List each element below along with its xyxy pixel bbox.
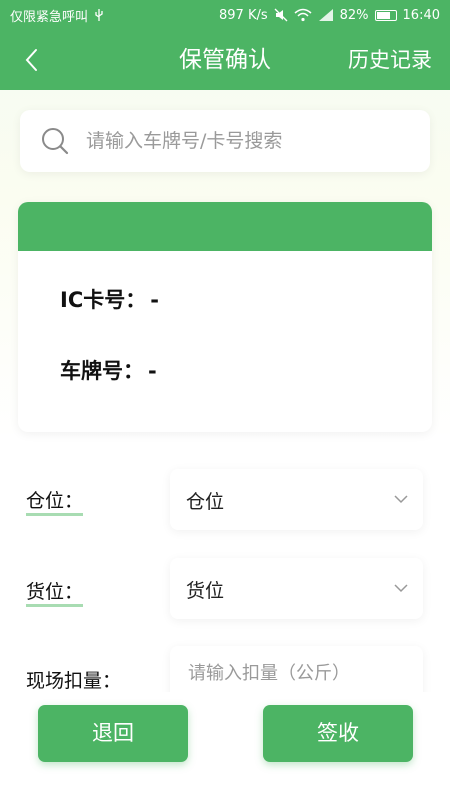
search-bar[interactable] bbox=[20, 110, 430, 172]
signal-icon bbox=[318, 9, 333, 21]
battery-percent: 82% bbox=[339, 7, 369, 23]
plate-label: 车牌号： bbox=[60, 359, 144, 383]
cargo-select-value: 货位 bbox=[186, 580, 225, 602]
wifi-icon bbox=[294, 8, 312, 22]
card-header bbox=[18, 202, 432, 251]
chevron-down-icon bbox=[394, 584, 408, 593]
sign-button[interactable]: 签收 bbox=[263, 705, 413, 762]
bottom-action-bar: 退回 签收 bbox=[0, 692, 450, 800]
plate-row: 车牌号： - bbox=[60, 355, 157, 385]
mute-icon bbox=[274, 8, 288, 22]
return-button[interactable]: 退回 bbox=[38, 705, 188, 762]
search-input[interactable] bbox=[84, 129, 408, 153]
app-header: 保管确认 历史记录 bbox=[0, 30, 450, 90]
cargo-label: 货位： bbox=[26, 581, 84, 607]
battery-icon bbox=[374, 9, 397, 21]
cargo-select[interactable]: 货位 bbox=[170, 558, 423, 619]
ic-card-row: IC卡号： - bbox=[60, 284, 159, 314]
warehouse-label-row: 仓位： bbox=[26, 486, 84, 516]
warehouse-select[interactable]: 仓位 bbox=[170, 469, 423, 530]
vehicle-info-card: IC卡号： - 车牌号： - bbox=[18, 202, 432, 432]
ic-card-value: - bbox=[150, 288, 159, 312]
clock: 16:40 bbox=[402, 7, 440, 23]
usb-icon bbox=[95, 9, 103, 21]
chevron-down-icon bbox=[394, 495, 408, 504]
carrier-text: 仅限紧急呼叫 bbox=[10, 9, 89, 25]
weight-label-row: 现场扣量： bbox=[26, 666, 122, 696]
ic-card-label: IC卡号： bbox=[60, 288, 147, 312]
cargo-label-row: 货位： bbox=[26, 577, 84, 607]
warehouse-label: 仓位： bbox=[26, 490, 84, 516]
network-speed: 897 K/s bbox=[219, 7, 268, 23]
weight-input[interactable] bbox=[186, 662, 410, 685]
history-button[interactable]: 历史记录 bbox=[348, 30, 432, 90]
search-icon bbox=[42, 128, 69, 155]
status-bar: 仅限紧急呼叫 897 K/s 82% 16:40 bbox=[0, 0, 450, 30]
warehouse-select-value: 仓位 bbox=[186, 491, 225, 513]
plate-value: - bbox=[148, 359, 157, 383]
